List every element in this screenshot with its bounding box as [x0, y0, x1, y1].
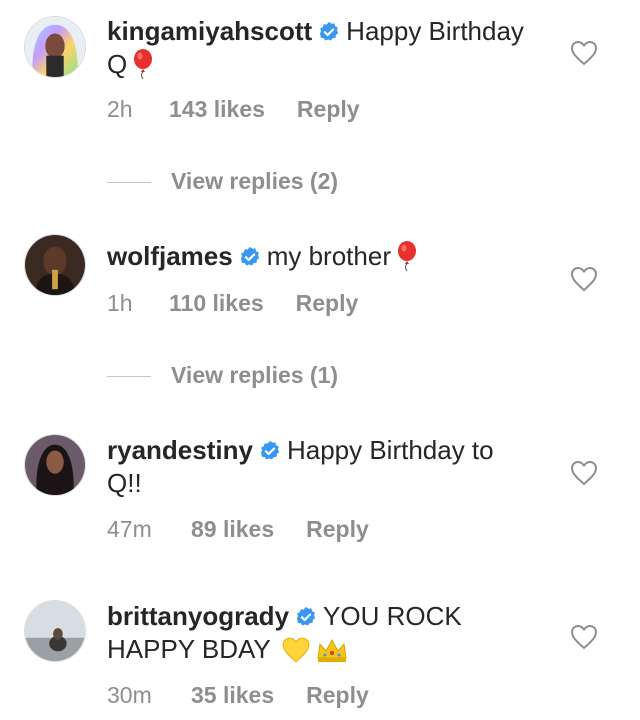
likes-count[interactable]: 35 likes	[191, 682, 274, 709]
comment-text: wolfjames my brother	[107, 240, 527, 279]
view-replies-button[interactable]: View replies (2)	[107, 168, 338, 195]
username[interactable]: brittanyogrady	[107, 601, 289, 631]
crown-icon	[315, 636, 349, 672]
view-replies-label: View replies (1)	[171, 362, 339, 388]
verified-badge-icon	[259, 437, 281, 460]
yellow-heart-icon	[281, 636, 311, 672]
timestamp: 2h	[107, 96, 133, 122]
timestamp: 1h	[107, 290, 133, 316]
username[interactable]: kingamiyahscott	[107, 16, 312, 46]
avatar[interactable]	[24, 600, 86, 662]
divider-line	[107, 376, 151, 378]
verified-badge-icon	[295, 603, 317, 626]
reply-button[interactable]: Reply	[306, 516, 369, 543]
like-heart-icon[interactable]	[570, 40, 598, 66]
like-heart-icon[interactable]	[570, 460, 598, 486]
timestamp: 30m	[107, 682, 152, 708]
timestamp: 47m	[107, 516, 152, 542]
comment-meta: 47m 89 likes Reply	[107, 516, 369, 543]
username[interactable]: ryandestiny	[107, 435, 253, 465]
divider-line	[107, 182, 151, 184]
comment-meta: 1h 110 likes Reply	[107, 290, 358, 317]
view-replies-label: View replies (2)	[171, 168, 339, 194]
reply-button[interactable]: Reply	[297, 96, 360, 123]
balloon-icon	[131, 49, 155, 87]
comment-text: brittanyogrady YOU ROCK HAPPY BDAY	[107, 600, 527, 672]
view-replies-button[interactable]: View replies (1)	[107, 362, 338, 389]
reply-button[interactable]: Reply	[296, 290, 359, 317]
likes-count[interactable]: 143 likes	[169, 96, 265, 123]
comment-text: kingamiyahscott Happy Birthday Q	[107, 15, 527, 87]
like-heart-icon[interactable]	[570, 624, 598, 650]
username[interactable]: wolfjames	[107, 241, 233, 271]
reply-button[interactable]: Reply	[306, 682, 369, 709]
verified-badge-icon	[239, 243, 261, 266]
likes-count[interactable]: 89 likes	[191, 516, 274, 543]
avatar[interactable]	[24, 16, 86, 78]
likes-count[interactable]: 110 likes	[169, 290, 264, 317]
comment-meta: 30m 35 likes Reply	[107, 682, 369, 709]
comment-text: ryandestiny Happy Birthday to Q!!	[107, 434, 527, 500]
avatar[interactable]	[24, 434, 86, 496]
like-heart-icon[interactable]	[570, 266, 598, 292]
balloon-icon	[395, 241, 419, 279]
avatar[interactable]	[24, 234, 86, 296]
comment-meta: 2h 143 likes Reply	[107, 96, 360, 123]
verified-badge-icon	[318, 18, 340, 41]
comment-body: my brother	[266, 241, 391, 271]
